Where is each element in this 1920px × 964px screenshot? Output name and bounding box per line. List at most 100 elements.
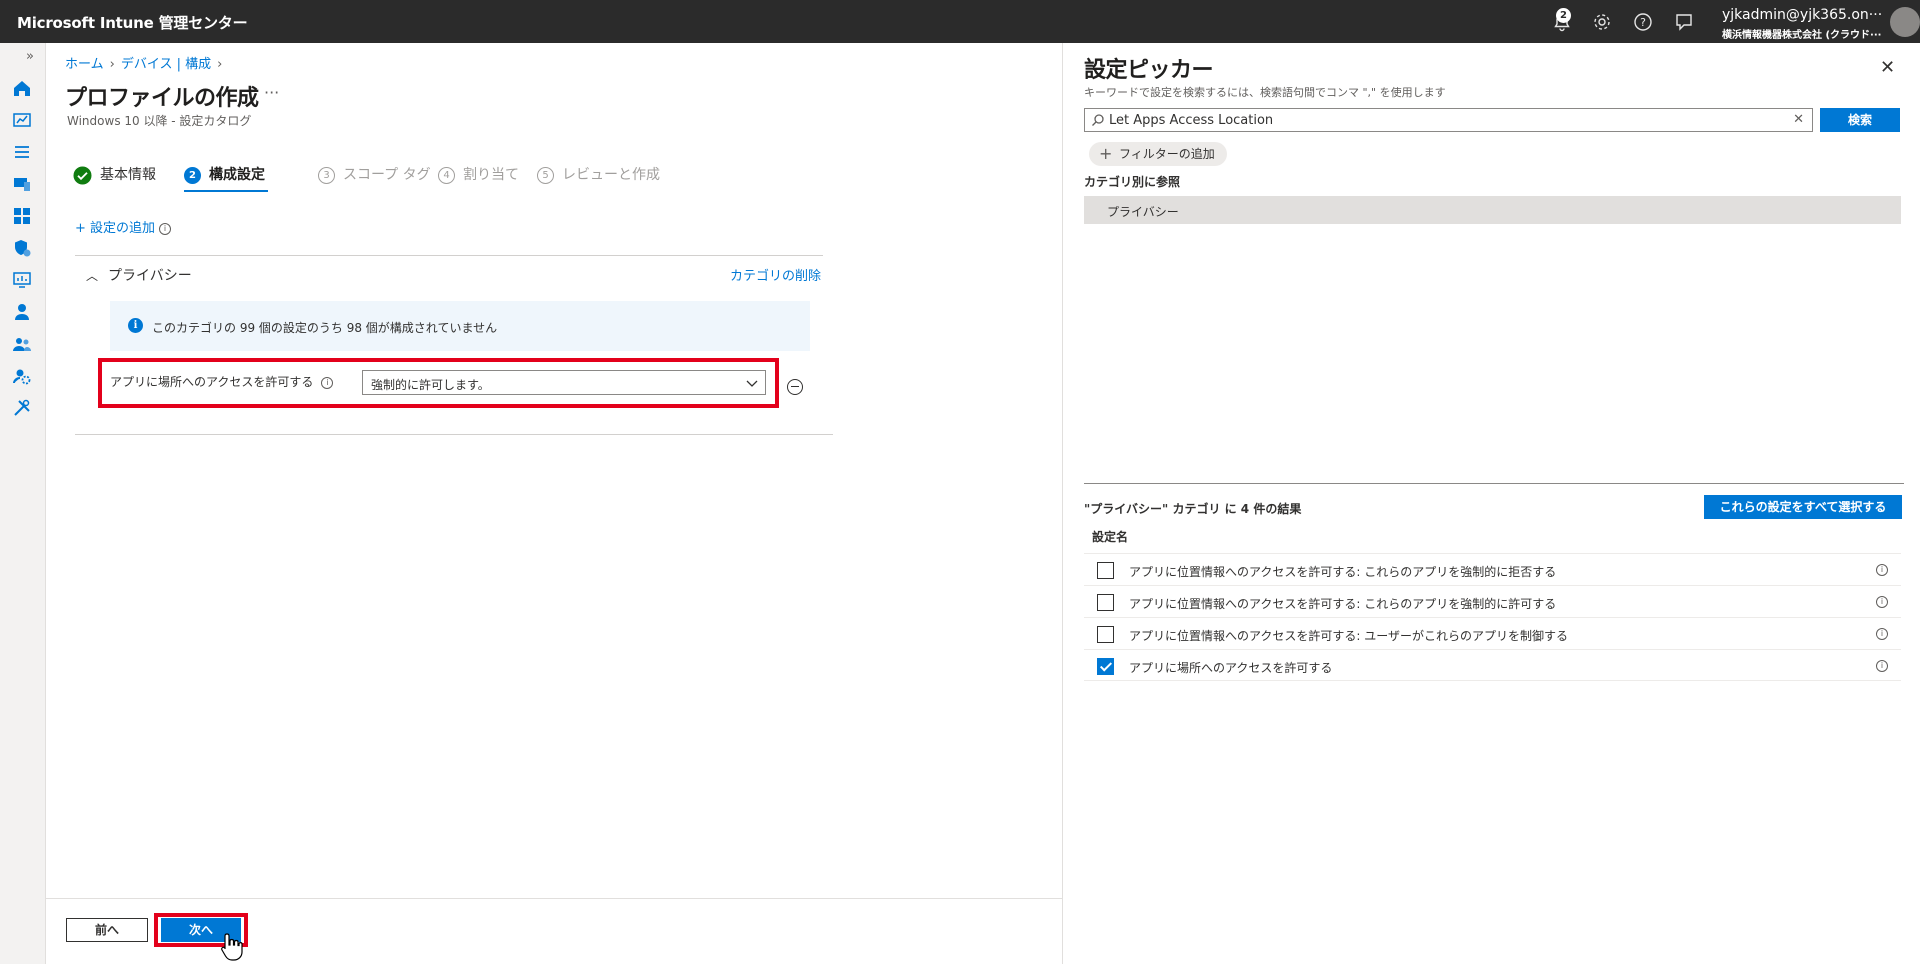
- notification-badge: 2: [1556, 8, 1571, 23]
- setting-name: アプリに場所へのアクセスを許可する: [110, 375, 314, 389]
- step-label: 基本情報: [100, 167, 156, 183]
- remove-category-link[interactable]: カテゴリの削除: [730, 265, 821, 284]
- step-label: スコープ タグ: [343, 167, 431, 183]
- info-message-bar: i このカテゴリの 99 個の設定のうち 98 個が構成されていません: [110, 301, 810, 351]
- search-input[interactable]: Let Apps Access Location ✕: [1084, 108, 1813, 132]
- setting-value-dropdown[interactable]: 強制的に許可します。: [362, 370, 766, 395]
- search-button[interactable]: 検索: [1820, 108, 1900, 132]
- info-icon[interactable]: i: [1876, 660, 1888, 672]
- table-row[interactable]: アプリに位置情報へのアクセスを許可する: これらのアプリを強制的に拒否する i: [1084, 553, 1901, 585]
- top-bar: Microsoft Intune 管理センター 2 ? yjkadmin@yjk…: [0, 0, 1920, 43]
- setting-row-label: アプリに場所へのアクセスを許可する i: [110, 373, 334, 390]
- tab-review-create[interactable]: 5 レビューと作成: [537, 164, 660, 184]
- home-icon[interactable]: [12, 78, 32, 98]
- add-filter-label: フィルターの追加: [1119, 147, 1215, 161]
- add-setting-label: + 設定の追加: [75, 221, 156, 236]
- breadcrumb-devices-config[interactable]: デバイス | 構成: [121, 57, 211, 72]
- chevron-right-icon: ›: [217, 57, 223, 72]
- tenant-name: 横浜情報機器株式会社 (クラウド···: [1722, 30, 1882, 41]
- info-icon[interactable]: i: [1876, 564, 1888, 576]
- row-checkbox[interactable]: [1097, 626, 1114, 643]
- info-icon[interactable]: i: [1876, 596, 1888, 608]
- step-number: 5: [537, 166, 554, 184]
- more-options-button[interactable]: ···: [264, 83, 279, 102]
- left-nav: »: [0, 43, 46, 964]
- clear-search-icon[interactable]: ✕: [1793, 112, 1804, 127]
- info-circle-icon: i: [128, 318, 143, 333]
- dashboard-icon[interactable]: [12, 110, 32, 130]
- row-checkbox[interactable]: [1097, 562, 1114, 579]
- tab-assignments[interactable]: 4 割り当て: [438, 164, 519, 184]
- troubleshooting-icon[interactable]: [12, 398, 32, 418]
- svg-text:?: ?: [1640, 16, 1646, 29]
- breadcrumb: ホーム › デバイス | 構成 ›: [65, 53, 228, 72]
- users-icon[interactable]: [12, 302, 32, 322]
- panel-title: 設定ピッカー: [1084, 58, 1214, 83]
- row-label: アプリに位置情報へのアクセスを許可する: ユーザーがこれらのアプリを制御する: [1129, 629, 1569, 643]
- info-message-text: このカテゴリの 99 個の設定のうち 98 個が構成されていません: [152, 321, 498, 335]
- feedback-icon[interactable]: [1673, 11, 1695, 33]
- row-checkbox[interactable]: [1097, 594, 1114, 611]
- tab-scope-tags[interactable]: 3 スコープ タグ: [318, 164, 431, 184]
- close-icon[interactable]: ✕: [1880, 57, 1895, 78]
- user-email[interactable]: yjkadmin@yjk365.on···: [1722, 7, 1882, 23]
- avatar[interactable]: [1890, 7, 1920, 37]
- tenant-admin-icon[interactable]: [12, 366, 32, 386]
- select-all-button[interactable]: これらの設定をすべて選択する: [1704, 495, 1902, 519]
- page-subtitle: Windows 10 以降 - 設定カタログ: [67, 114, 252, 128]
- active-step-indicator: [184, 190, 268, 192]
- tab-basics[interactable]: 基本情報: [73, 164, 156, 185]
- apps-icon[interactable]: [12, 206, 32, 226]
- add-setting-link[interactable]: + 設定の追加 i: [75, 217, 172, 236]
- page-title: プロファイルの作成: [65, 86, 259, 111]
- plus-icon: +: [1099, 144, 1113, 163]
- add-filter-button[interactable]: + フィルターの追加: [1089, 142, 1227, 166]
- chevron-up-icon[interactable]: ︿: [86, 267, 98, 284]
- row-label: アプリに位置情報へのアクセスを許可する: これらのアプリを強制的に許可する: [1129, 597, 1557, 611]
- groups-icon[interactable]: [12, 334, 32, 354]
- category-item-label: プライバシー: [1107, 205, 1179, 219]
- row-label: アプリに位置情報へのアクセスを許可する: これらのアプリを強制的に拒否する: [1129, 565, 1557, 579]
- dropdown-selected-value: 強制的に許可します。: [371, 378, 490, 392]
- info-icon[interactable]: i: [321, 376, 334, 389]
- breadcrumb-home[interactable]: ホーム: [65, 57, 104, 72]
- all-services-icon[interactable]: [12, 142, 32, 162]
- devices-icon[interactable]: [12, 174, 32, 194]
- search-input-value: Let Apps Access Location: [1109, 113, 1274, 128]
- gear-icon[interactable]: [1591, 11, 1613, 33]
- check-circle-icon: [73, 166, 92, 184]
- panel-divider: [1084, 483, 1904, 484]
- app-title[interactable]: Microsoft Intune 管理センター: [17, 12, 248, 33]
- table-row[interactable]: アプリに位置情報へのアクセスを許可する: これらのアプリを強制的に許可する i: [1084, 585, 1901, 617]
- table-row[interactable]: アプリに位置情報へのアクセスを許可する: ユーザーがこれらのアプリを制御する i: [1084, 617, 1901, 649]
- column-header-setting-name: 設定名: [1092, 530, 1129, 544]
- settings-picker-panel: 設定ピッカー ✕ キーワードで設定を検索するには、検索語句間でコンマ "," を…: [1062, 43, 1920, 964]
- category-header[interactable]: ︿ プライバシー: [86, 265, 192, 285]
- chevron-right-icon: ›: [109, 57, 115, 72]
- tab-configuration[interactable]: 2 構成設定: [184, 164, 265, 184]
- step-number: 2: [184, 166, 201, 184]
- expand-nav-icon[interactable]: »: [26, 49, 34, 64]
- table-row[interactable]: アプリに場所へのアクセスを許可する i: [1084, 649, 1901, 681]
- category-list-item[interactable]: プライバシー: [1084, 196, 1901, 224]
- hand-cursor-icon: [221, 933, 243, 961]
- reports-icon[interactable]: [12, 270, 32, 290]
- section-divider: [75, 434, 833, 435]
- row-label: アプリに場所へのアクセスを許可する: [1129, 661, 1333, 675]
- info-icon[interactable]: i: [159, 222, 172, 235]
- step-number: 4: [438, 166, 455, 184]
- section-divider: [75, 255, 823, 256]
- row-checkbox-checked[interactable]: [1097, 658, 1114, 675]
- results-count: "プライバシー" カテゴリ に 4 件の結果: [1084, 502, 1302, 516]
- endpoint-security-icon[interactable]: [12, 238, 32, 258]
- help-icon[interactable]: ?: [1632, 11, 1654, 33]
- browse-by-category-heading: カテゴリ別に参照: [1084, 175, 1181, 189]
- previous-button[interactable]: 前へ: [66, 918, 148, 942]
- wizard-footer: 前へ 次へ: [46, 898, 1062, 964]
- category-name: プライバシー: [108, 268, 192, 284]
- info-icon[interactable]: i: [1876, 628, 1888, 640]
- step-label: レビューと作成: [562, 167, 660, 183]
- remove-setting-icon[interactable]: [787, 379, 803, 395]
- step-label: 構成設定: [209, 167, 265, 183]
- main-content: ホーム › デバイス | 構成 › プロファイルの作成 ··· Windows 10 …: [46, 43, 1062, 898]
